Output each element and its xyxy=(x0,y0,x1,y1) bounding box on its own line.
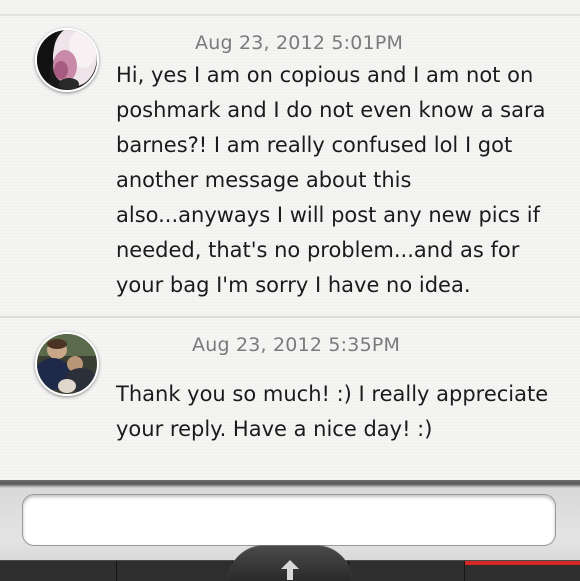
message-body: Thank you so much! :) I really appreciat… xyxy=(116,382,549,441)
avatar-photo xyxy=(37,30,97,90)
message-body: Hi, yes I am on copious and I am not on … xyxy=(116,63,546,297)
tab-active-indicator[interactable] xyxy=(465,561,580,565)
avatar[interactable] xyxy=(35,332,99,396)
tab-separator xyxy=(116,561,117,581)
message-item: Aug 23, 2012 5:35PM Thank you so much! :… xyxy=(0,318,580,480)
message-input[interactable] xyxy=(22,494,556,546)
up-arrow-icon xyxy=(281,560,299,580)
message-timestamp: Aug 23, 2012 5:35PM xyxy=(192,334,401,356)
message-timestamp: Aug 23, 2012 5:01PM xyxy=(195,32,404,54)
avatar-photo xyxy=(37,334,97,394)
message-thread: Aug 23, 2012 5:01PM Hi, yes I am on copi… xyxy=(0,0,580,480)
avatar[interactable] xyxy=(35,28,99,92)
message-item: Aug 23, 2012 5:01PM Hi, yes I am on copi… xyxy=(0,16,580,316)
